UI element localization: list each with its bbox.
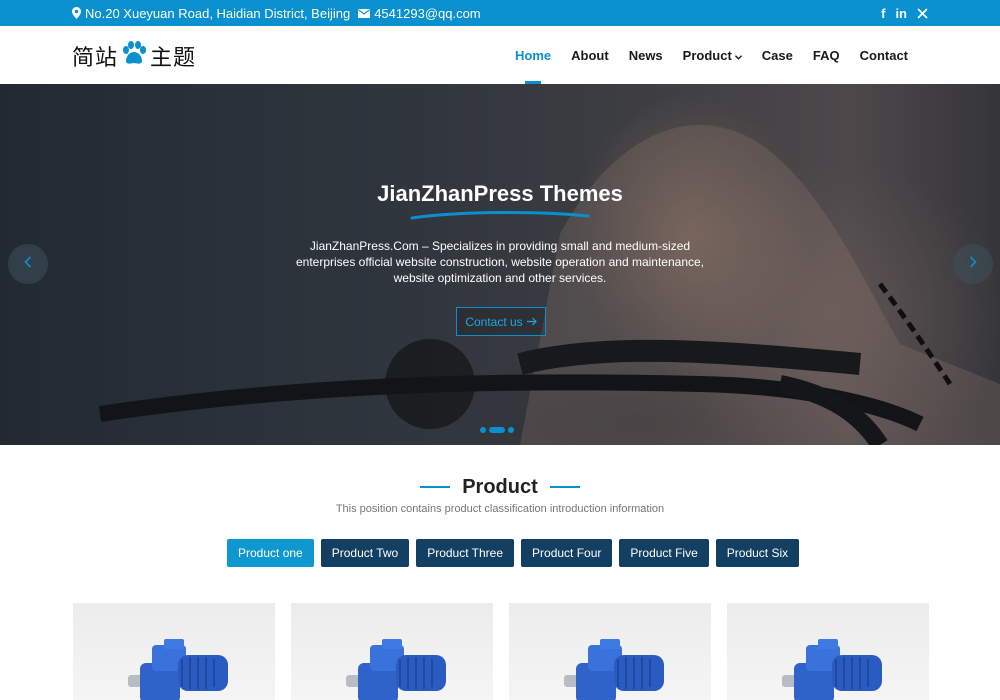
gear-motor-image <box>346 639 446 700</box>
nav-product[interactable]: Product <box>673 26 752 84</box>
tab-product-six[interactable]: Product Six <box>715 539 800 567</box>
product-section-title: Product <box>462 475 538 498</box>
heading-line-left <box>420 486 451 488</box>
linkedin-icon[interactable]: in <box>895 6 907 21</box>
product-section-subtitle: This position contains product classific… <box>335 503 665 515</box>
logo-text-part1: 简站 <box>72 46 119 71</box>
slider-dot-1[interactable] <box>480 427 486 433</box>
slider-pagination <box>480 427 514 433</box>
map-marker-icon <box>72 7 81 19</box>
nav-home[interactable]: Home <box>505 26 561 84</box>
chevron-right-icon <box>969 255 977 273</box>
site-logo[interactable]: 简站 主题 <box>72 40 196 72</box>
logo-text-part2: 主题 <box>150 46 197 71</box>
paw-icon <box>121 41 147 71</box>
chevron-down-icon <box>734 48 742 63</box>
address-item: No.20 Xueyuan Road, Haidian District, Be… <box>72 6 350 21</box>
chevron-left-icon <box>24 255 32 273</box>
nav-product-label: Product <box>682 47 732 63</box>
tab-product-two[interactable]: Product Two <box>320 539 410 567</box>
tab-product-four[interactable]: Product Four <box>521 539 613 567</box>
gear-motor-image <box>782 639 882 700</box>
contact-us-button[interactable]: Contact us <box>456 307 546 336</box>
gear-motor-image <box>128 639 228 700</box>
hero-slider: JianZhanPress Themes JianZhanPress.Com –… <box>0 84 1000 445</box>
top-bar: No.20 Xueyuan Road, Haidian District, Be… <box>0 0 1000 26</box>
nav-contact[interactable]: Contact <box>850 26 918 84</box>
product-card[interactable] <box>509 603 711 700</box>
product-card[interactable] <box>291 603 493 700</box>
product-card[interactable] <box>73 603 275 700</box>
facebook-icon[interactable]: f <box>881 6 885 21</box>
social-links: f in <box>881 0 928 26</box>
product-card-list <box>73 603 929 700</box>
slider-dot-3[interactable] <box>508 427 514 433</box>
slider-next-button[interactable] <box>953 244 993 284</box>
heading-line-right <box>549 486 580 488</box>
tab-product-one[interactable]: Product one <box>227 539 314 567</box>
nav-case[interactable]: Case <box>752 26 803 84</box>
nav-about[interactable]: About <box>561 26 619 84</box>
product-category-tabs: Product one Product Two Product Three Pr… <box>227 539 800 567</box>
email-item[interactable]: 4541293@qq.com <box>358 5 481 21</box>
tab-product-three[interactable]: Product Three <box>416 539 515 567</box>
address-text: No.20 Xueyuan Road, Haidian District, Be… <box>85 5 351 21</box>
gear-motor-image <box>564 639 664 700</box>
email-text: 4541293@qq.com <box>374 5 481 21</box>
hero-description: JianZhanPress.Com – Specializes in provi… <box>295 239 704 285</box>
slider-dot-2[interactable] <box>489 427 505 433</box>
hero-title-underline <box>410 210 590 220</box>
contact-info: No.20 Xueyuan Road, Haidian District, Be… <box>72 0 481 26</box>
contact-us-label: Contact us <box>465 314 523 329</box>
slider-prev-button[interactable] <box>8 244 48 284</box>
envelope-icon <box>358 8 371 18</box>
arrow-right-icon <box>526 315 537 329</box>
site-header: 简站 主题 Home About News Product Case FAQ C… <box>0 26 1000 84</box>
tab-product-five[interactable]: Product Five <box>619 539 709 567</box>
main-nav: Home About News Product Case FAQ Contact <box>505 26 918 84</box>
product-section-heading: Product <box>0 474 1000 500</box>
x-icon[interactable] <box>917 7 928 19</box>
hero-title: JianZhanPress Themes <box>377 181 623 206</box>
nav-faq[interactable]: FAQ <box>803 26 850 84</box>
product-card[interactable] <box>727 603 929 700</box>
nav-news[interactable]: News <box>619 26 673 84</box>
